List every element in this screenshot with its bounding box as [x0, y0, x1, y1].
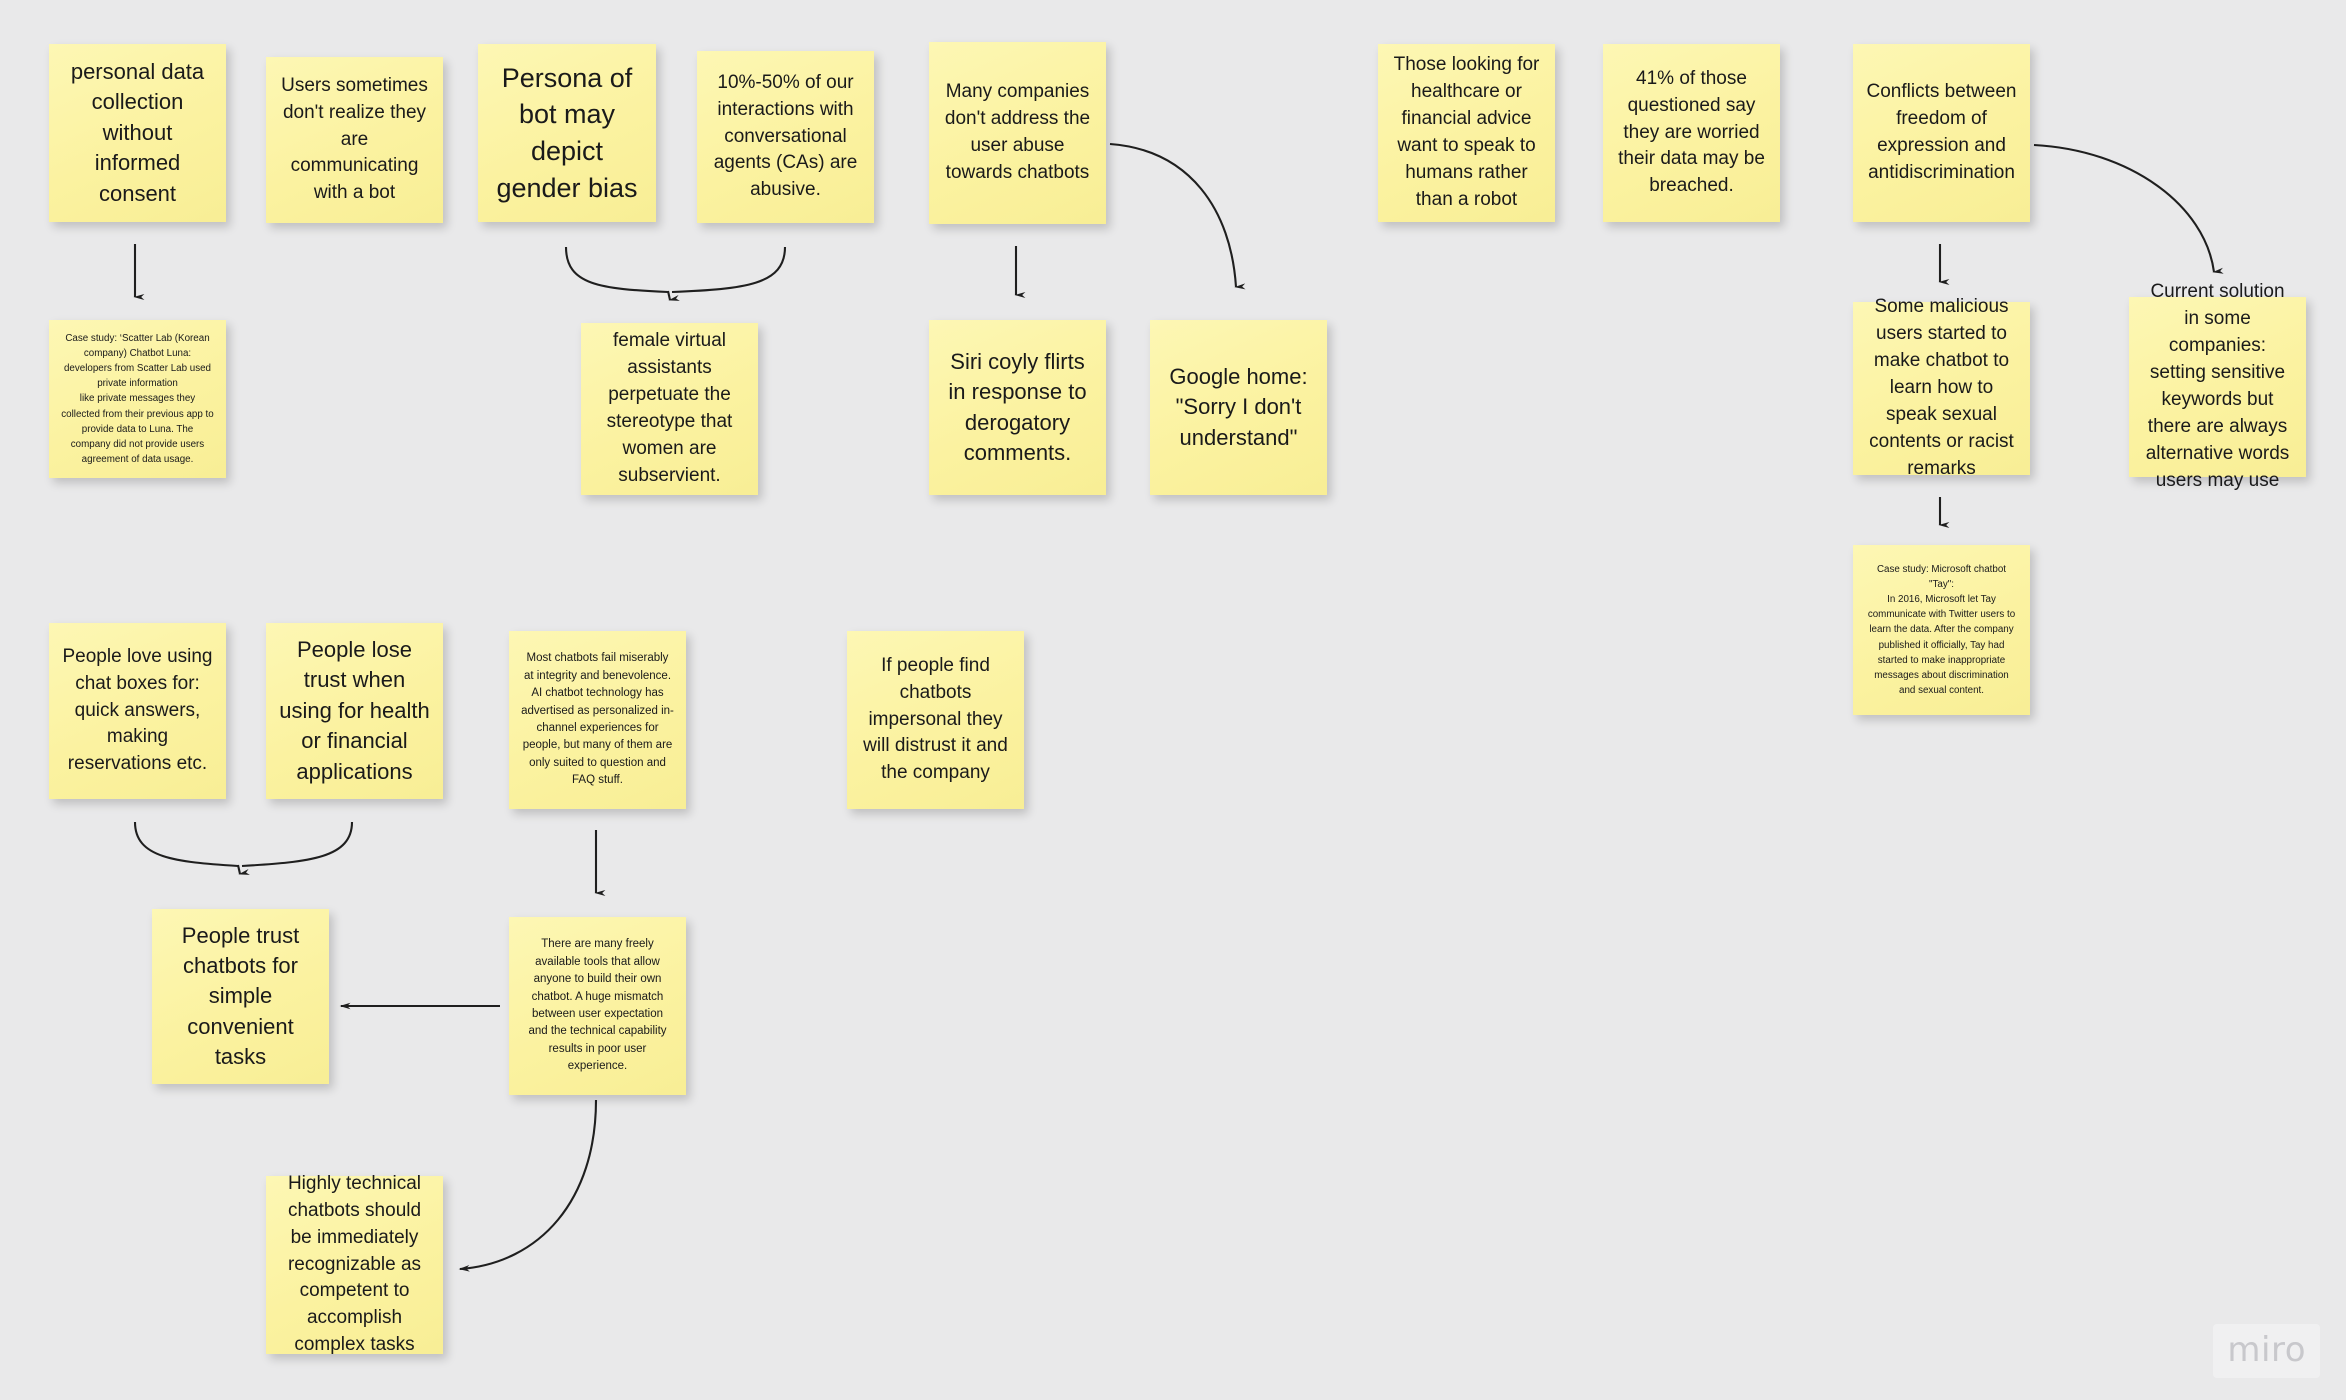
- sticky-note-text: Conflicts between freedom of expression …: [1866, 81, 2017, 183]
- sticky-note-current-solution-keywords[interactable]: Current solution in some companies: sett…: [2129, 281, 2306, 491]
- sticky-note-text: female virtual assistants perpetuate the…: [606, 330, 733, 486]
- sticky-note-text: People trust chatbots for simple conveni…: [181, 922, 300, 1070]
- sticky-note-abusive-interactions-stat[interactable]: 10%-50% of our interactions with convers…: [697, 51, 874, 223]
- sticky-note-case-study-microsoft-tay[interactable]: Case study: Microsoft chatbot "Tay": In …: [1853, 545, 2030, 715]
- miro-board-canvas[interactable]: personal data collection without informe…: [0, 0, 2346, 1400]
- arrow-love-and-lose-trust-merge: [133, 821, 354, 875]
- sticky-note-text: Most chatbots fail miserably at integrit…: [521, 652, 674, 787]
- sticky-note-text: People love using chat boxes for: quick …: [62, 645, 213, 775]
- sticky-note-text: Siri coyly flirts in response to derogat…: [948, 348, 1087, 465]
- arrow-companies-to-google-home: [1109, 142, 1246, 290]
- sticky-note-chatbots-fail-integrity[interactable]: Most chatbots fail miserably at integrit…: [509, 631, 686, 809]
- sticky-note-people-love-chat-boxes[interactable]: People love using chat boxes for: quick …: [49, 623, 226, 799]
- sticky-note-text: There are many freely available tools th…: [528, 938, 667, 1073]
- sticky-note-text: Case study: Microsoft chatbot "Tay": In …: [1867, 563, 2016, 697]
- sticky-note-people-trust-simple-tasks[interactable]: People trust chatbots for simple conveni…: [152, 909, 329, 1084]
- sticky-note-google-home-sorry[interactable]: Google home: "Sorry I don't understand": [1150, 320, 1327, 495]
- sticky-note-personal-data-collection[interactable]: personal data collection without informe…: [49, 44, 226, 222]
- sticky-note-text: Highly technical chatbots should be imme…: [287, 1172, 422, 1356]
- sticky-note-text: Users sometimes don't realize they are c…: [281, 74, 428, 204]
- sticky-note-text: 41% of those questioned say they are wor…: [1618, 67, 1765, 197]
- sticky-note-freely-available-tools[interactable]: There are many freely available tools th…: [509, 917, 686, 1095]
- sticky-note-text: If people find chatbots impersonal they …: [863, 654, 1008, 784]
- sticky-note-impersonal-distrust[interactable]: If people find chatbots impersonal they …: [847, 631, 1024, 809]
- sticky-note-healthcare-financial-humans[interactable]: Those looking for healthcare or financia…: [1378, 44, 1555, 222]
- sticky-note-text: Current solution in some companies: sett…: [2145, 281, 2290, 491]
- sticky-note-freedom-vs-antidiscrimination[interactable]: Conflicts between freedom of expression …: [1853, 44, 2030, 222]
- sticky-note-lose-trust-health-financial[interactable]: People lose trust when using for health …: [266, 623, 443, 799]
- sticky-note-companies-ignore-abuse[interactable]: Many companies don't address the user ab…: [929, 42, 1106, 224]
- sticky-note-text: Google home: "Sorry I don't understand": [1169, 363, 1308, 450]
- sticky-note-text: Those looking for healthcare or financia…: [1393, 54, 1540, 210]
- sticky-note-data-breach-stat[interactable]: 41% of those questioned say they are wor…: [1603, 44, 1780, 222]
- miro-watermark: miro: [2213, 1324, 2320, 1378]
- sticky-note-persona-gender-bias[interactable]: Persona of bot may depict gender bias: [478, 44, 656, 222]
- sticky-note-text: People lose trust when using for health …: [279, 637, 430, 784]
- sticky-note-text: 10%-50% of our interactions with convers…: [713, 71, 858, 201]
- sticky-note-text: Persona of bot may depict gender bias: [496, 62, 638, 203]
- sticky-note-case-study-scatter-lab[interactable]: Case study: ‘Scatter Lab (Korean company…: [49, 320, 226, 478]
- sticky-note-female-assistants-stereotype[interactable]: female virtual assistants perpetuate the…: [581, 323, 758, 495]
- arrow-persona-merge-to-female-assistants: [564, 246, 787, 301]
- sticky-note-text: Case study: ‘Scatter Lab (Korean company…: [61, 332, 214, 466]
- sticky-note-text: personal data collection without informe…: [70, 59, 205, 206]
- arrow-conflicts-to-current-solution: [2033, 143, 2224, 274]
- sticky-note-siri-coyly-flirts[interactable]: Siri coyly flirts in response to derogat…: [929, 320, 1106, 495]
- sticky-note-text: Some malicious users started to make cha…: [1869, 296, 2014, 479]
- sticky-note-text: Many companies don't address the user ab…: [944, 81, 1091, 183]
- sticky-note-users-dont-realize[interactable]: Users sometimes don't realize they are c…: [266, 57, 443, 223]
- sticky-note-highly-technical-recognizable[interactable]: Highly technical chatbots should be imme…: [266, 1173, 443, 1355]
- arrow-tools-to-highly-technical: [458, 1099, 598, 1272]
- sticky-note-malicious-users-chatbot[interactable]: Some malicious users started to make cha…: [1853, 296, 2030, 479]
